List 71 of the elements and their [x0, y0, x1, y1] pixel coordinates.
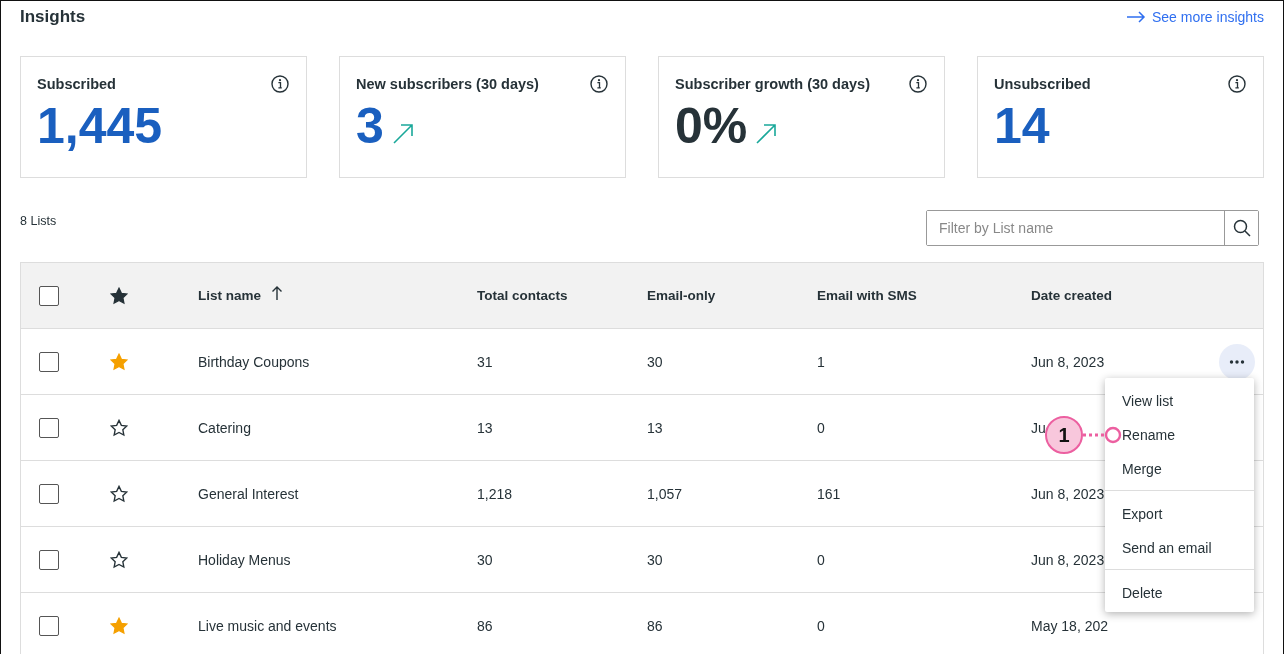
table-cell: 1,218 — [477, 485, 513, 502]
step-badge: 1 — [1045, 416, 1083, 454]
table-cell: Ju — [1031, 419, 1046, 436]
table-cell: 0 — [817, 617, 825, 634]
star-icon[interactable] — [110, 418, 128, 437]
column-header[interactable]: List name — [198, 288, 262, 303]
table-cell: May 18, 202 — [1031, 617, 1109, 634]
menu-item[interactable]: Export — [1122, 497, 1163, 531]
table-cell: 86 — [647, 617, 663, 634]
column-header[interactable]: Date created — [1031, 288, 1113, 303]
row-checkbox[interactable] — [39, 417, 59, 438]
menu-item[interactable]: View list — [1122, 384, 1174, 418]
stat-label: Unsubscribed — [994, 76, 1091, 92]
star-icon[interactable] — [110, 352, 128, 371]
stat-value: 3 — [356, 99, 384, 153]
menu-item[interactable]: Rename — [1122, 418, 1175, 452]
more-options-button[interactable] — [1219, 343, 1255, 380]
info-icon[interactable] — [590, 75, 608, 93]
table-cell: 30 — [647, 353, 663, 370]
star-icon[interactable] — [110, 286, 128, 305]
stat-label: Subscriber growth (30 days) — [675, 76, 870, 92]
table-cell: 30 — [647, 551, 663, 568]
select-all-checkbox[interactable] — [39, 285, 59, 306]
table-cell: 86 — [477, 617, 493, 634]
table-cell: 1,057 — [647, 485, 683, 502]
see-more-link[interactable]: See more insights — [1125, 9, 1264, 25]
info-icon[interactable] — [909, 75, 927, 93]
table-cell: Jun 8, 2023 — [1031, 485, 1105, 502]
table-cell: 30 — [477, 551, 493, 568]
stat-value: 0% — [675, 99, 748, 153]
table-cell: 13 — [647, 419, 663, 436]
star-icon[interactable] — [110, 550, 128, 569]
search-button[interactable] — [1224, 211, 1258, 245]
section-title: Insights — [20, 7, 86, 27]
table-cell: Holiday Menus — [198, 551, 291, 568]
column-header[interactable]: Total contacts — [477, 288, 568, 303]
row-checkbox[interactable] — [39, 615, 59, 636]
menu-item[interactable]: Merge — [1122, 452, 1162, 486]
info-icon[interactable] — [271, 75, 289, 93]
row-checkbox[interactable] — [39, 483, 59, 504]
table-cell: Jun 8, 2023 — [1031, 353, 1105, 370]
table-cell: General Interest — [198, 485, 299, 502]
row-checkbox[interactable] — [39, 549, 59, 570]
table-cell: Birthday Coupons — [198, 353, 310, 370]
filter-field[interactable]: Filter by List name — [926, 210, 1259, 246]
table-cell: 0 — [817, 551, 825, 568]
table-cell: 31 — [477, 353, 493, 370]
stat-label: New subscribers (30 days) — [356, 76, 539, 92]
table-cell: Live music and events — [198, 617, 337, 634]
menu-item[interactable]: Delete — [1122, 576, 1163, 610]
menu-item[interactable]: Send an email — [1122, 531, 1212, 565]
stat-value: 1,445 — [37, 99, 163, 153]
column-header[interactable]: Email with SMS — [817, 288, 917, 303]
table-cell: Jun 8, 2023 — [1031, 551, 1105, 568]
sort-up-icon[interactable] — [271, 284, 284, 301]
search-icon — [1232, 219, 1251, 237]
column-header[interactable]: Email-only — [647, 288, 716, 303]
stat-label: Subscribed — [37, 76, 116, 92]
row-checkbox[interactable] — [39, 351, 59, 372]
more-icon — [1229, 359, 1245, 364]
stat-value: 14 — [994, 99, 1050, 153]
table-cell: 161 — [817, 485, 841, 502]
table-cell: Catering — [198, 419, 251, 436]
star-icon[interactable] — [110, 484, 128, 503]
info-icon[interactable] — [1228, 75, 1246, 93]
list-count: 8 Lists — [20, 214, 57, 228]
table-cell: 0 — [817, 419, 825, 436]
arrow-right-icon — [1125, 11, 1146, 23]
table-cell: 1 — [817, 353, 825, 370]
star-icon[interactable] — [110, 616, 128, 635]
table-cell: 13 — [477, 419, 493, 436]
